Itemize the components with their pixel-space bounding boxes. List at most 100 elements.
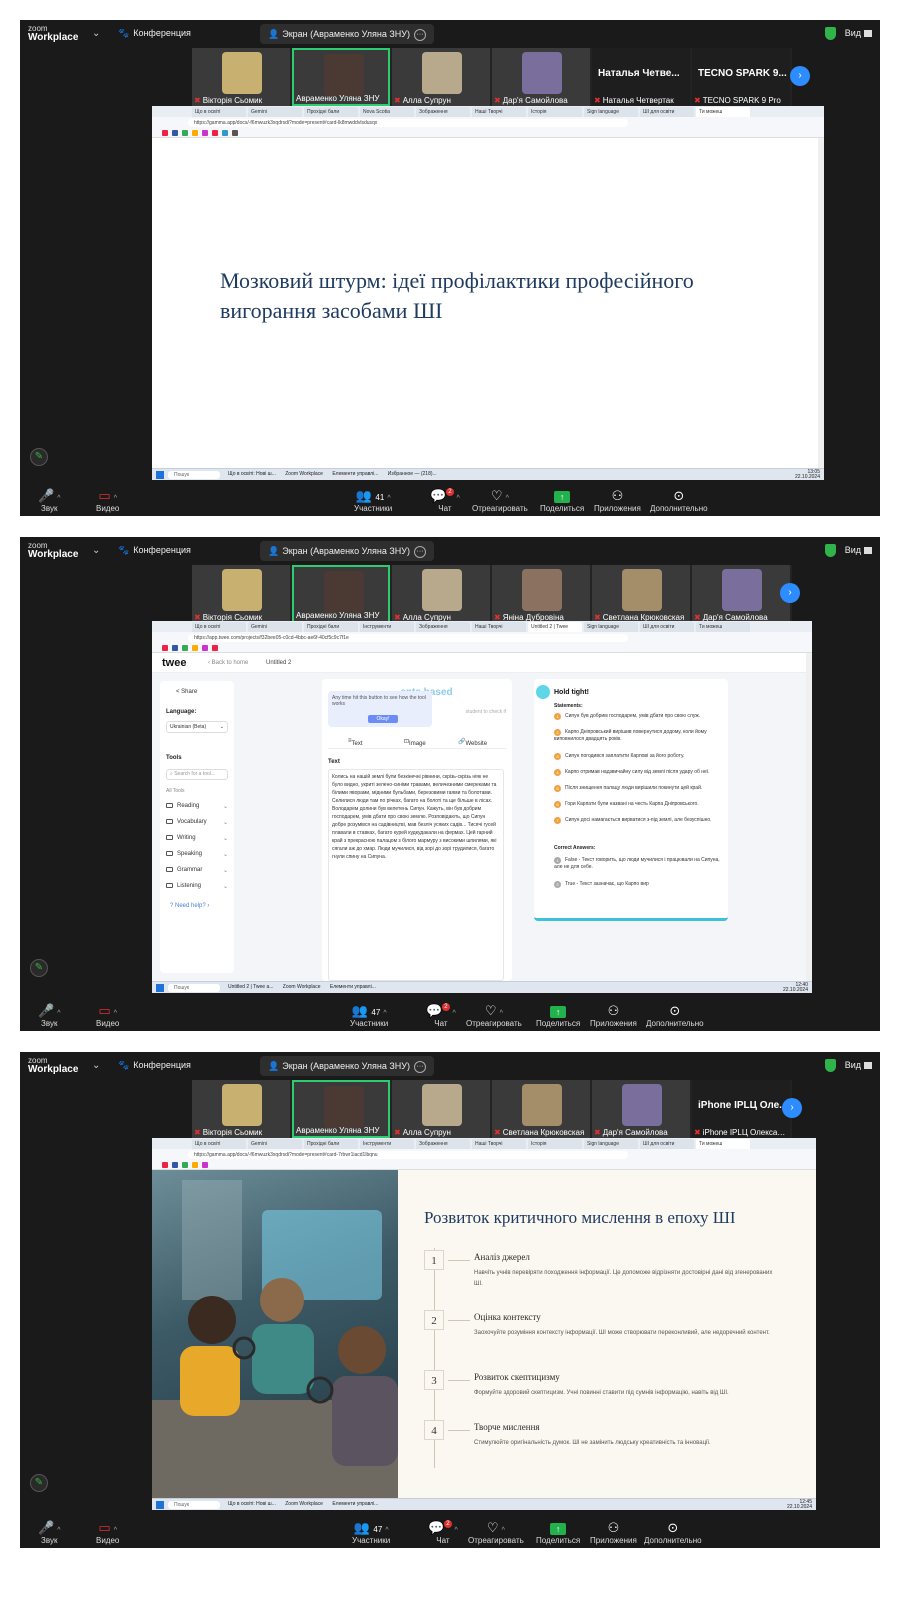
browser-tab[interactable]: Інструменти [360,1139,414,1149]
screen-share-pill[interactable]: 👤 Экран (Авраменко Уляна ЗНУ) ··· [260,1056,434,1076]
bookmark-icon[interactable] [182,130,188,136]
browser-tab[interactable]: Наші Творчі [472,107,526,117]
participant-tile[interactable]: ✖ Алла Супрун [392,1080,490,1138]
taskbar-clock[interactable]: 13:05 22.10.2024 [795,470,820,480]
bookmark-icon[interactable] [172,1162,178,1168]
taskbar-search[interactable]: Пошук [168,984,220,992]
taskbar-app[interactable]: Що в освіті: Нові ш... [228,1501,276,1507]
tab-image[interactable]: ⊡ Image [404,738,426,747]
browser-tab[interactable]: Наші Творчі [472,622,526,632]
taskbar-search[interactable]: Пошук [168,471,220,479]
bookmark-icon[interactable] [212,645,218,651]
bookmark-icon[interactable] [172,130,178,136]
browser-tab[interactable]: Зображення [416,1139,470,1149]
participant-tile[interactable]: ✖ Вікторія Сьомик [192,565,290,623]
participant-tile[interactable]: ✖ Светлана Крюковская [592,565,690,623]
chevron-down-icon[interactable]: ⌄ [92,28,100,39]
participant-tile[interactable]: ✖ Яніна Дубровіна [492,565,590,623]
browser-tab[interactable]: Прохідні бали [304,1139,358,1149]
back-to-home-link[interactable]: ‹ Back to home [208,660,248,666]
view-button[interactable]: Вид [845,545,872,555]
category-reading[interactable]: Reading ⌄ [166,803,228,810]
chevron-down-icon[interactable]: ⌄ [92,1060,100,1071]
bookmark-icon[interactable] [192,130,198,136]
bookmark-icon[interactable] [232,130,238,136]
share-button[interactable]: ↑ Поделиться [540,488,584,513]
browser-tab[interactable]: Sign language [584,622,638,632]
annotate-pencil-icon[interactable]: ✎ [30,959,48,977]
browser-tab[interactable]: Прохідні бали [304,107,358,117]
view-button[interactable]: Вид [845,28,872,38]
language-select[interactable]: Ukrainian (Beta) ⌄ [166,721,228,733]
text-input[interactable]: Колись на нашій землі були безкінечні рі… [328,769,504,981]
bookmark-icon[interactable] [162,1162,168,1168]
video-button[interactable]: ▭ ^ Видео [96,488,119,513]
apps-button[interactable]: ⚇ Приложения [590,1003,637,1028]
apps-button[interactable]: ⚇ Приложения [590,1520,637,1545]
chat-button[interactable]: 💬 2^ Чат [430,488,460,513]
participant-tile[interactable]: Авраменко Уляна ЗНУ [292,48,390,106]
category-grammar[interactable]: Grammar ⌄ [166,867,228,874]
windows-logo-icon[interactable] [156,1501,164,1509]
document-title[interactable]: Untitled 2 [266,660,291,666]
browser-tab[interactable]: Gemini [248,1139,302,1149]
screen-share-pill[interactable]: 👤 Экран (Авраменко Уляна ЗНУ) ··· [260,24,434,44]
more-icon[interactable]: ··· [413,545,426,558]
browser-tab[interactable]: Наші Творчі [472,1139,526,1149]
browser-tab[interactable]: Sign language [584,1139,638,1149]
need-help-link[interactable]: ? Need help? › [170,903,209,909]
url-field[interactable]: https://app.twee.com/projects/f32bee05-c… [188,634,628,642]
more-button[interactable]: ⊙ Дополнительно [644,1520,702,1545]
browser-tab[interactable]: Історія [528,107,582,117]
view-button[interactable]: Вид [845,1060,872,1070]
react-button[interactable]: ♡ ^ Отреагировать [472,488,528,513]
participant-tile[interactable]: TECNO SPARK 9... ✖ TECNO SPARK 9 Pro [692,48,790,106]
browser-tab[interactable]: Untitled 2 | Twee [528,622,582,632]
browser-tab[interactable]: Що в освіті [192,107,246,117]
participant-tile[interactable]: ✖ Вікторія Сьомик [192,1080,290,1138]
taskbar-app[interactable]: Елементи управлі... [332,471,378,477]
participants-button[interactable]: 👥 47 ^ Участники [352,1520,390,1545]
share-button[interactable]: < Share [176,689,197,695]
browser-tab[interactable]: Що в освіті [192,622,246,632]
browser-tab[interactable]: ШІ для освіти [640,1139,694,1149]
browser-tab[interactable]: Прохідні бали [304,622,358,632]
taskbar-app[interactable]: Zoom Workplace [283,984,321,990]
sound-button[interactable]: 🎤 ^ Звук [38,488,60,513]
chevron-down-icon[interactable]: ⌄ [92,545,100,556]
sound-button[interactable]: 🎤 ^ Звук [38,1003,60,1028]
category-listening[interactable]: Listening ⌄ [166,883,228,890]
more-icon[interactable]: ··· [413,1060,426,1073]
browser-tab[interactable]: Gemini [248,107,302,117]
react-button[interactable]: ♡ ^ Отреагировать [466,1003,522,1028]
participant-tile[interactable]: ✖ Дар'я Самойлова [692,565,790,623]
scrollbar[interactable] [806,653,812,981]
shield-icon[interactable] [825,1059,836,1072]
category-speaking[interactable]: Speaking ⌄ [166,851,228,858]
browser-tab[interactable]: Зображення [416,622,470,632]
participants-button[interactable]: 👥 47 ^ Участники [350,1003,388,1028]
bookmark-icon[interactable] [202,1162,208,1168]
chat-button[interactable]: 💬 2^ Чат [428,1520,458,1545]
bookmark-icon[interactable] [212,130,218,136]
conference-button[interactable]: 🐾 Конференция [118,28,191,39]
more-button[interactable]: ⊙ Дополнительно [650,488,708,513]
share-button[interactable]: ↑ Поделиться [536,1520,580,1545]
category-vocabulary[interactable]: Vocabulary ⌄ [166,819,228,826]
browser-tab[interactable]: ШІ для освіти [640,107,694,117]
video-button[interactable]: ▭ ^ Видео [96,1520,119,1545]
bookmark-icon[interactable] [182,645,188,651]
browser-tab[interactable]: Ти можеш [696,622,750,632]
annotate-pencil-icon[interactable]: ✎ [30,1474,48,1492]
category-writing[interactable]: Writing ⌄ [166,835,228,842]
tool-search-input[interactable]: ⌕ Search for a tool... [166,769,228,780]
conference-button[interactable]: 🐾 Конференция [118,1060,191,1071]
next-participants-button[interactable]: › [790,66,810,86]
video-button[interactable]: ▭ ^ Видео [96,1003,119,1028]
screen-share-pill[interactable]: 👤 Экран (Авраменко Уляна ЗНУ) ··· [260,541,434,561]
windows-logo-icon[interactable] [156,471,164,479]
taskbar-app[interactable]: Елементи управлі... [332,1501,378,1507]
participant-tile[interactable]: ✖ Алла Супрун [392,48,490,106]
participants-button[interactable]: 👥 41 ^ Участники [354,488,392,513]
browser-tab[interactable]: Інструменти [360,622,414,632]
